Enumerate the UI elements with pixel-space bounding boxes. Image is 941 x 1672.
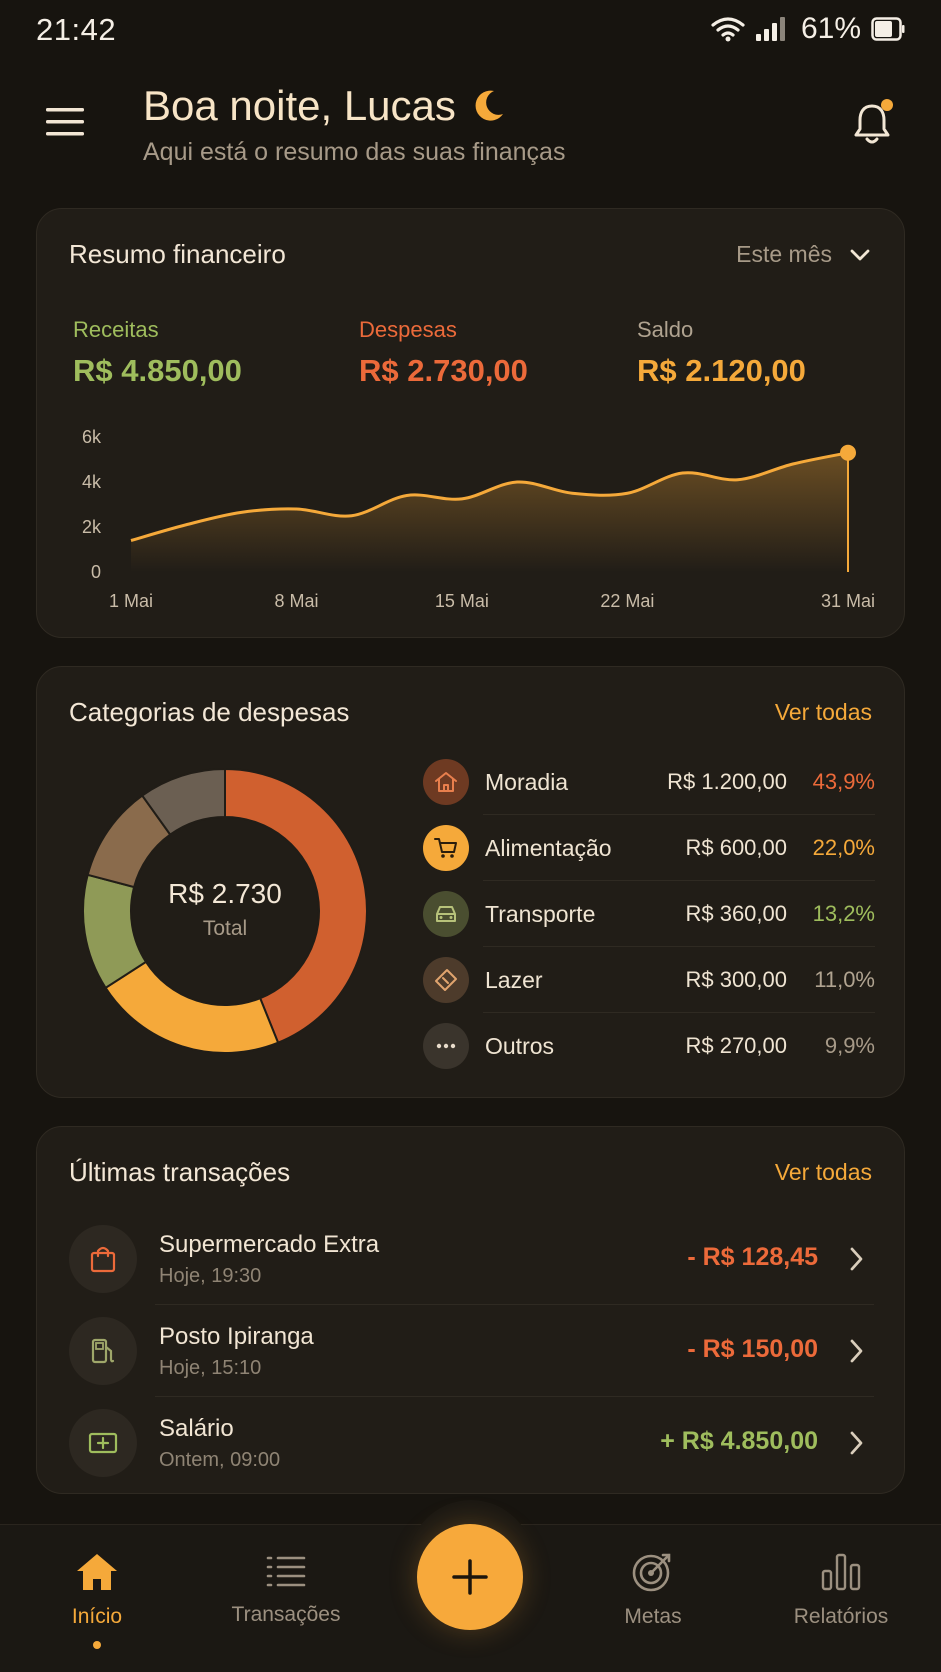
page-title: Boa noite, Lucas [143, 82, 506, 130]
nav-label: Início [71, 1605, 123, 1628]
menu-button[interactable] [44, 102, 88, 142]
signal-icon [755, 17, 785, 41]
page-subtitle: Aqui está o resumo das suas finanças [143, 138, 566, 166]
transaction-row[interactable]: Supermercado Extra Hoje, 19:30 - R$ 128,… [69, 1213, 874, 1305]
ticket-icon [423, 957, 469, 1003]
greeting-text: Boa noite, Lucas [143, 82, 456, 129]
transaction-amount: - R$ 128,45 [687, 1243, 818, 1271]
transaction-title: Posto Ipiranga [159, 1323, 314, 1350]
header: Boa noite, Lucas Aqui está o resumo das … [0, 70, 941, 180]
nav-label: Transações [231, 1603, 341, 1626]
plus-icon [452, 1559, 488, 1595]
fuel-pump-icon [69, 1317, 137, 1385]
car-icon [423, 891, 469, 937]
bar-chart-icon [821, 1553, 861, 1591]
transactions-title: Últimas transações [69, 1157, 291, 1187]
shopping-bag-icon [69, 1225, 137, 1293]
donut-total-value: R$ 2.730 [168, 878, 282, 909]
list-icon [266, 1556, 306, 1587]
transaction-title: Salário [159, 1415, 234, 1442]
chart-y-tick: 2k [82, 517, 102, 537]
chevron-right-icon [850, 1247, 863, 1271]
battery-icon [871, 17, 905, 41]
hamburger-icon [46, 108, 84, 136]
nav-transactions[interactable]: Transações [211, 1551, 361, 1627]
category-percentage: 43,9% [812, 769, 875, 794]
home-icon [423, 759, 469, 805]
moon-icon [475, 90, 503, 121]
battery-percentage: 61% [800, 12, 861, 45]
nav-label: Relatórios [793, 1605, 889, 1628]
home-icon [77, 1554, 117, 1590]
chart-latest-point[interactable] [840, 444, 856, 461]
chart-y-tick: 4k [82, 472, 102, 492]
chart-x-tick: 22 Mai [600, 591, 654, 611]
category-row-transporte[interactable]: Transporte R$ 360,00 13,2% [423, 881, 875, 947]
category-name: Outros [485, 1032, 555, 1059]
categories-title: Categorias de despesas [69, 697, 350, 727]
category-amount: R$ 270,00 [685, 1033, 787, 1058]
categories-see-all-link[interactable]: Ver todas [775, 699, 872, 726]
category-amount: R$ 300,00 [685, 967, 787, 992]
transaction-row[interactable]: Posto Ipiranga Hoje, 15:10 - R$ 150,00 [69, 1305, 874, 1397]
category-amount: R$ 1.200,00 [667, 769, 787, 794]
category-percentage: 22,0% [812, 835, 875, 860]
transactions-see-all-link[interactable]: Ver todas [775, 1159, 872, 1186]
chart-x-tick: 1 Mai [109, 591, 153, 611]
donut-total-label: Total [203, 917, 247, 940]
add-transaction-button[interactable] [417, 1524, 523, 1630]
category-row-alimentacao[interactable]: Alimentação R$ 600,00 22,0% [423, 815, 875, 881]
categories-card: Categorias de despesas Ver todas R$ 2.73… [36, 666, 905, 1098]
category-percentage: 9,9% [824, 1033, 875, 1058]
category-name: Alimentação [485, 834, 612, 861]
active-indicator [93, 1641, 101, 1649]
transaction-amount: - R$ 150,00 [687, 1335, 818, 1363]
category-amount: R$ 360,00 [685, 901, 787, 926]
nav-home[interactable]: Início [22, 1551, 172, 1649]
category-row-moradia[interactable]: Moradia R$ 1.200,00 43,9% [423, 749, 875, 815]
status-icons: 61% [711, 12, 905, 46]
category-amount: R$ 600,00 [685, 835, 787, 860]
category-row-outros[interactable]: Outros R$ 270,00 9,9% [423, 1013, 875, 1079]
category-name: Transporte [485, 900, 596, 927]
nav-label: Metas [624, 1605, 682, 1628]
chart-y-tick: 0 [91, 562, 101, 582]
chevron-right-icon [850, 1339, 863, 1363]
transaction-date: Ontem, 09:00 [159, 1449, 281, 1471]
notifications-button[interactable] [851, 98, 897, 148]
target-icon [632, 1553, 671, 1592]
transaction-title: Supermercado Extra [159, 1231, 380, 1258]
chart-x-tick: 15 Mai [435, 591, 489, 611]
chart-y-tick: 6k [82, 427, 102, 447]
nav-reports[interactable]: Relatórios [766, 1551, 916, 1629]
transaction-date: Hoje, 15:10 [159, 1357, 262, 1379]
more-icon [423, 1023, 469, 1069]
category-name: Moradia [485, 768, 569, 795]
notification-dot [881, 99, 893, 111]
expenses-donut-chart: R$ 2.730 Total [82, 767, 368, 1054]
status-time: 21:42 [36, 12, 117, 47]
bell-icon [854, 99, 893, 144]
transaction-date: Hoje, 19:30 [159, 1265, 262, 1287]
category-percentage: 13,2% [812, 901, 875, 926]
chevron-right-icon [850, 1431, 863, 1455]
wifi-icon [711, 17, 745, 42]
transaction-amount: + R$ 4.850,00 [660, 1427, 818, 1455]
donut-slice[interactable] [104, 960, 280, 1054]
category-percentage: 11,0% [814, 967, 875, 992]
chart-x-tick: 8 Mai [274, 591, 318, 611]
cart-icon [423, 825, 469, 871]
category-row-lazer[interactable]: Lazer R$ 300,00 11,0% [423, 947, 875, 1013]
summary-card: Resumo financeiro Este mês Receitas R$ 4… [36, 208, 905, 638]
nav-goals[interactable]: Metas [578, 1551, 728, 1629]
category-name: Lazer [485, 966, 543, 993]
status-bar: 21:42 61% [0, 0, 941, 60]
transaction-row[interactable]: Salário Ontem, 09:00 + R$ 4.850,00 [69, 1397, 874, 1489]
balance-chart: 0 2k 4k 6k 1 Mai 8 Mai 15 Mai 22 Mai 31 Mai [82, 427, 875, 611]
transactions-card: Últimas transações Ver todas Supermercad… [36, 1126, 905, 1494]
chart-x-tick: 31 Mai [821, 591, 875, 611]
income-icon [69, 1409, 137, 1477]
